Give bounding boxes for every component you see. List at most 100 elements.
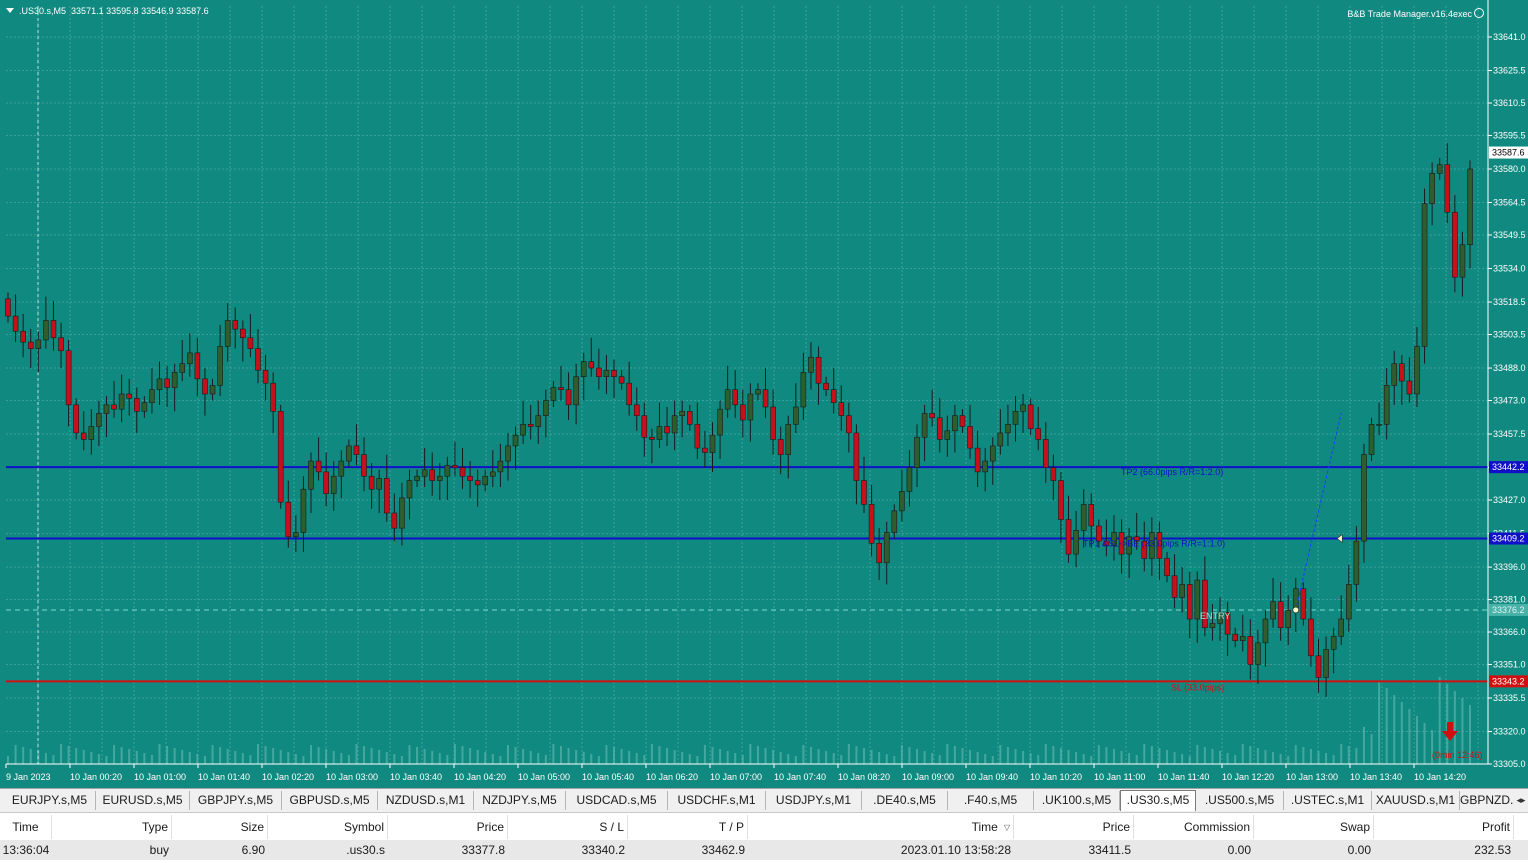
sort-descending-icon: ▽	[1003, 822, 1010, 832]
tab-usdchf-s-m1[interactable]: USDCHF.s,M1	[668, 791, 766, 810]
cell-time: 13:36:04	[2, 843, 50, 857]
volume-bar	[529, 751, 532, 764]
column-header-price[interactable]: Price	[388, 815, 508, 839]
column-header-close-price[interactable]: Price	[1014, 815, 1134, 839]
bull-candle	[989, 445, 996, 462]
tab-gbpusd-s-m5[interactable]: GBPUSD.s,M5	[282, 791, 378, 810]
volume-bar	[1423, 723, 1426, 764]
trade-manager-label[interactable]: B&B Trade Manager.v16.4exec	[1347, 8, 1484, 19]
tab-nzdusd-s-m1[interactable]: NZDUSD.s,M1	[378, 791, 474, 810]
volume-bar	[1165, 750, 1168, 764]
volume-bar	[514, 747, 517, 764]
bear-candle	[596, 367, 602, 377]
tab-nzdjpy-s-m5[interactable]: NZDJPY.s,M5	[474, 791, 566, 810]
volume-bar	[241, 753, 244, 764]
volume-bar	[211, 745, 214, 764]
bull-candle	[808, 356, 814, 373]
bull-candle	[35, 339, 42, 349]
price-chart[interactable]: TP2 (66.0pips R/R=1:2.0) TP1 &SL->BE (33.…	[0, 0, 1528, 788]
bear-candle	[277, 411, 284, 503]
x-tick-label: 10 Jan 09:40	[966, 772, 1018, 782]
x-tick-label: 10 Jan 08:20	[838, 772, 890, 782]
bear-candle	[247, 337, 254, 349]
bear-candle	[315, 460, 322, 473]
volume-bar	[1355, 748, 1358, 764]
bear-candle	[527, 424, 534, 427]
column-header-type[interactable]: Type	[52, 815, 172, 839]
column-header-sl[interactable]: S / L	[508, 815, 628, 839]
tab-ustec-s-m1[interactable]: .USTEC.s,M1	[1284, 791, 1372, 810]
volume-bar	[75, 748, 78, 764]
column-header-time[interactable]: Time	[0, 815, 52, 839]
bull-candle	[1376, 424, 1382, 426]
tab-uk100-s-m5[interactable]: .UK100.s,M5	[1034, 791, 1120, 810]
tab-scroll-arrows-icon[interactable]: ◂▸	[1514, 791, 1528, 810]
volume-bar	[794, 756, 797, 764]
bull-candle	[899, 491, 905, 512]
bull-candle	[914, 436, 920, 468]
column-header-profit[interactable]: Profit	[1374, 815, 1514, 839]
column-header-tp[interactable]: T / P	[628, 815, 748, 839]
bear-candle	[50, 320, 57, 339]
volume-bar	[249, 755, 252, 764]
dropdown-arrow-icon[interactable]	[6, 8, 14, 13]
tab-de40-s-m5[interactable]: .DE40.s,M5	[862, 791, 948, 810]
bull-candle	[103, 404, 110, 414]
tab-us500-s-m5[interactable]: .US500.s,M5	[1196, 791, 1284, 810]
tab-eurusd-s-m5[interactable]: EURUSD.s,M5	[96, 791, 190, 810]
y-tick-label: 33335.5	[1493, 693, 1526, 703]
bear-candle	[823, 382, 829, 390]
column-header-commission[interactable]: Commission	[1134, 815, 1254, 839]
bear-candle	[240, 328, 246, 339]
table-row[interactable]: 13:36:04 buy 6.90 .us30.s 33377.8 33340.2 3346…	[0, 840, 1528, 860]
tab-usdcad-s-m5[interactable]: USDCAD.s,M5	[566, 791, 668, 810]
bear-candle	[694, 424, 701, 449]
sl-label: SL (33.0pips)	[1171, 682, 1224, 692]
volume-bar	[226, 749, 229, 764]
tab-us30-s-m5[interactable]: .US30.s,M5	[1120, 790, 1196, 811]
y-tick-label: 33503.5	[1493, 330, 1526, 340]
bull-candle	[997, 432, 1004, 447]
volume-bar	[256, 744, 259, 764]
column-header-symbol[interactable]: Symbol	[268, 815, 388, 839]
volume-bar	[90, 752, 93, 764]
column-header-close-time[interactable]: Time ▽	[748, 815, 1014, 839]
entry-label: ENTRY	[1200, 611, 1230, 621]
volume-bar	[1196, 745, 1199, 764]
bull-candle	[187, 352, 193, 365]
volume-bar	[302, 756, 305, 764]
bull-candle	[1209, 623, 1216, 628]
cell-price: 33377.8	[461, 843, 505, 857]
bull-candle	[1436, 164, 1443, 174]
tab-eurjpy-s-m5[interactable]: EURJPY.s,M5	[4, 791, 96, 810]
x-tick-label: 10 Jan 03:40	[390, 772, 442, 782]
tab-xauusd-s-m1[interactable]: XAUUSD.s,M1	[1372, 791, 1460, 810]
volume-bar	[423, 749, 426, 764]
volume-bar	[1385, 688, 1388, 764]
x-tick-label: 10 Jan 05:40	[582, 772, 634, 782]
tab-usdjpy-s-m1[interactable]: USDJPY.s,M1	[766, 791, 862, 810]
volume-bar	[1264, 750, 1267, 764]
bull-candle	[800, 372, 807, 408]
tp1-price-tag: 33409.2	[1492, 534, 1525, 544]
chart-area[interactable]: TP2 (66.0pips R/R=1:2.0) TP1 &SL->BE (33.…	[0, 0, 1528, 788]
countdown-label: (0min 12:46)	[1432, 750, 1483, 760]
volume-bar	[832, 753, 835, 764]
tab-f40-s-m5[interactable]: .F40.s,M5	[948, 791, 1034, 810]
column-header-size[interactable]: Size	[172, 815, 268, 839]
bear-candle	[20, 330, 26, 343]
column-header-swap[interactable]: Swap	[1254, 815, 1374, 839]
volume-bar	[1128, 753, 1131, 764]
bull-candle	[793, 406, 799, 425]
bull-candle	[1255, 642, 1261, 665]
bull-candle	[1330, 636, 1337, 650]
tab-gbpjpy-s-m5[interactable]: GBPJPY.s,M5	[190, 791, 282, 810]
column-header-label: Size	[240, 820, 264, 834]
bear-candle	[770, 406, 776, 440]
volume-bar	[363, 746, 366, 764]
x-tick-label: 10 Jan 11:00	[1094, 772, 1145, 782]
bear-candle	[65, 350, 72, 406]
volume-bar	[44, 753, 47, 764]
tp1-label: TP1 &SL->BE (33.0pips R/R=1:1.0)	[1083, 539, 1225, 549]
bear-candle	[1035, 428, 1042, 440]
